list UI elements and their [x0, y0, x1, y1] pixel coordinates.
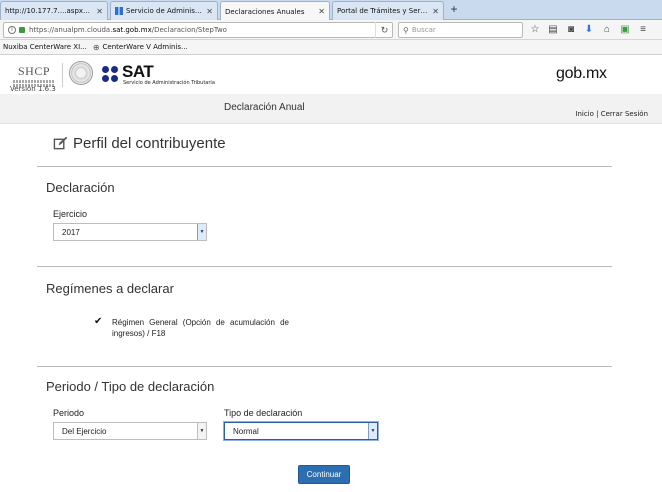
shcp-logo-text: SHCP: [17, 64, 51, 78]
url-suffix: /Declaracion/StepTwo: [151, 26, 227, 34]
close-icon[interactable]: ✕: [432, 7, 439, 16]
bookmark-item[interactable]: Nuxiba CenterWare XI...: [3, 43, 87, 51]
search-placeholder: Buscar: [411, 26, 436, 34]
bookmarks-bar: Nuxiba CenterWare XI... ⊕ CenterWare V A…: [0, 40, 662, 55]
tab-label: Portal de Trámites y Servicios a...: [337, 7, 429, 15]
periodo-label: Periodo: [53, 408, 85, 418]
browser-tab-2[interactable]: Servicio de Administración... ✕: [110, 1, 218, 20]
tab-label: Servicio de Administración...: [126, 7, 203, 15]
lock-icon[interactable]: [19, 27, 25, 33]
search-icon: ⚲: [403, 25, 409, 35]
tipo-declaracion-label: Tipo de declaración: [224, 408, 303, 418]
divider: [37, 166, 612, 167]
browser-tab-4[interactable]: Portal de Trámites y Servicios a... ✕: [332, 1, 444, 20]
download-icon[interactable]: ⬇: [582, 23, 596, 37]
ejercicio-select[interactable]: 2017 ▼: [53, 223, 207, 241]
national-seal-icon: [69, 61, 93, 85]
site-header: SHCP Versión 1.6.3 SAT Servicio de Admin…: [0, 56, 662, 94]
version-label: Versión 1.6.3: [10, 85, 56, 93]
session-links: Inicio | Cerrar Sesión: [575, 110, 648, 118]
checkbox-checked-icon[interactable]: ✔: [94, 317, 104, 327]
continuar-button[interactable]: Continuar: [298, 465, 350, 484]
header-divider: [62, 63, 63, 87]
bookmark-item[interactable]: ⊕ CenterWare V Adminis...: [93, 43, 188, 52]
reload-icon[interactable]: ↻: [375, 22, 393, 38]
reading-list-icon[interactable]: ▤: [546, 23, 560, 37]
close-icon[interactable]: ✕: [96, 7, 103, 16]
tipo-declaracion-value: Normal: [233, 426, 259, 436]
divider: [37, 266, 612, 267]
dropdown-arrow-icon[interactable]: ▼: [197, 423, 206, 439]
tab-label: http://10.177.7....aspx?remote=0#: [5, 7, 94, 15]
ejercicio-label: Ejercicio: [53, 209, 88, 219]
ejercicio-value: 2017: [62, 227, 80, 237]
gobmx-logo[interactable]: gob.mx: [556, 65, 607, 83]
page-title: Perfil del contribuyente: [53, 135, 226, 152]
browser-tab-bar: http://10.177.7....aspx?remote=0# ✕ Serv…: [0, 0, 662, 21]
browser-tab-3[interactable]: Declaraciones Anuales ✕: [220, 1, 330, 21]
periodo-value: Del Ejercicio: [62, 426, 107, 436]
inicio-link[interactable]: Inicio: [575, 110, 594, 118]
periodo-select[interactable]: Del Ejercicio ▼: [53, 422, 207, 440]
url-prefix: https://anualpm.clouda.: [29, 26, 113, 34]
page-title-text: Perfil del contribuyente: [73, 135, 226, 152]
close-icon[interactable]: ✕: [206, 7, 213, 16]
close-icon[interactable]: ✕: [318, 7, 325, 16]
dropdown-arrow-icon[interactable]: ▼: [197, 224, 206, 240]
cerrar-sesion-link[interactable]: Cerrar Sesión: [601, 110, 648, 118]
menu-icon[interactable]: ≡: [636, 23, 650, 37]
sub-header: Declaración Anual Inicio | Cerrar Sesión: [0, 94, 662, 124]
info-icon[interactable]: i: [8, 26, 16, 34]
divider: [37, 366, 612, 367]
sat-logo-icon: [102, 66, 120, 84]
sat-logo-text: SAT: [122, 62, 154, 81]
regimen-label: Régimen General (Opción de acumulación d…: [112, 318, 289, 338]
browser-tab-1[interactable]: http://10.177.7....aspx?remote=0# ✕: [0, 1, 108, 20]
browser-search-input[interactable]: ⚲ Buscar: [398, 22, 523, 38]
url-bar[interactable]: i https://anualpm.clouda. sat.gob.mx/Decl…: [3, 22, 393, 38]
section-title-periodo: Periodo / Tipo de declaración: [46, 379, 215, 394]
shcp-logo: SHCP: [9, 64, 59, 87]
edit-icon: [53, 136, 68, 150]
extension-icon[interactable]: ▣: [618, 23, 632, 37]
bookmark-label: CenterWare V Adminis...: [102, 43, 188, 51]
pocket-icon[interactable]: ◙: [564, 23, 578, 37]
toolbar-icons: ☆ ▤ ◙ ⬇ ⌂ ▣ ≡: [528, 22, 650, 38]
tipo-declaracion-select[interactable]: Normal ▼: [224, 422, 378, 440]
url-domain: sat.gob.mx: [112, 26, 152, 34]
sat-logo-subtitle: Servicio de Administración Tributaria: [123, 80, 215, 86]
grid-icon: [115, 7, 123, 15]
home-icon[interactable]: ⌂: [600, 23, 614, 37]
globe-icon: ⊕: [92, 42, 100, 52]
dropdown-arrow-icon[interactable]: ▼: [368, 423, 377, 439]
regimen-checkbox-row[interactable]: ✔ Régimen General (Opción de acumulación…: [94, 317, 289, 339]
bookmark-star-icon[interactable]: ☆: [528, 23, 542, 37]
section-title-regimenes: Regímenes a declarar: [46, 281, 174, 296]
app-title: Declaración Anual: [224, 102, 305, 113]
section-title-declaracion: Declaración: [46, 180, 115, 195]
new-tab-button[interactable]: +: [445, 1, 463, 19]
tab-label: Declaraciones Anuales: [225, 7, 305, 16]
browser-nav-bar: i https://anualpm.clouda. sat.gob.mx/Decl…: [0, 20, 662, 40]
bookmark-label: Nuxiba CenterWare XI...: [3, 43, 87, 51]
link-separator: |: [593, 110, 601, 118]
